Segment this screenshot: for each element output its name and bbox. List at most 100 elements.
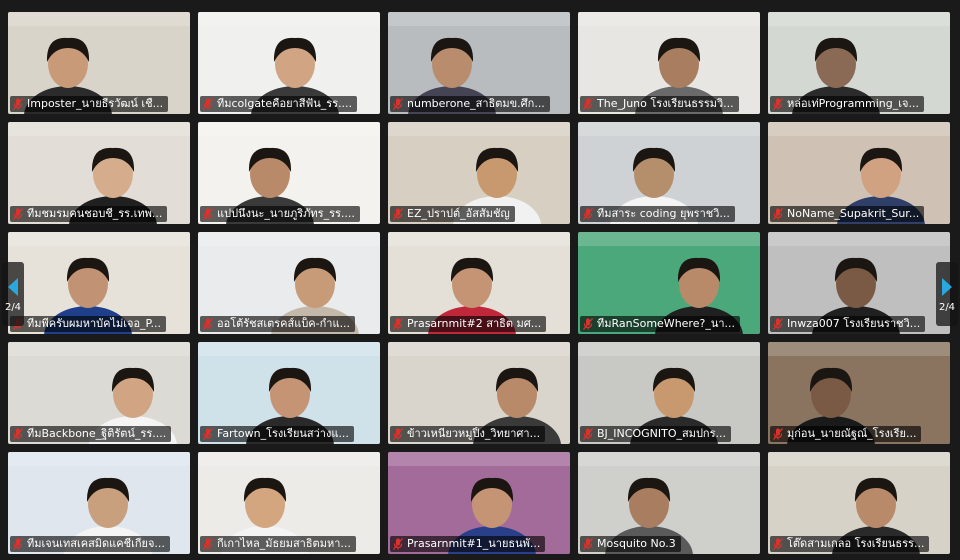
muted-microphone-icon bbox=[773, 318, 783, 330]
participant-video-tile[interactable]: Inwza007 โรงเรียนราชวิ... bbox=[768, 232, 950, 334]
participant-nameplate: กีเกาไหล_มัธยมสาธิตมหา... bbox=[200, 536, 356, 552]
participant-nameplate: ทีมRanSomeWhere?_นา... bbox=[580, 316, 740, 332]
page-indicator-left: 2/4 bbox=[4, 301, 22, 313]
participant-video-tile[interactable]: EZ_ปราปต์_อัสสัมชัญ bbox=[388, 122, 570, 224]
muted-microphone-icon bbox=[773, 98, 783, 110]
muted-microphone-icon bbox=[393, 428, 403, 440]
participant-video-tile[interactable]: ทีมพี่ครับผมหาบัคไม่เจอ_P... bbox=[8, 232, 190, 334]
muted-microphone-icon bbox=[773, 428, 783, 440]
participant-video-tile[interactable]: ทีมเจนเทสเคสมิดแคชี่เกียจ... bbox=[8, 452, 190, 554]
muted-microphone-icon bbox=[203, 538, 213, 550]
participant-nameplate: ออโต้รัชสเตรคส์แบ็ค-กำแ... bbox=[200, 316, 356, 332]
participant-video-tile[interactable]: ข้าวเหนียวหมูปิ้ง_วิทยาศา... bbox=[388, 342, 570, 444]
muted-microphone-icon bbox=[583, 98, 593, 110]
participant-nameplate: ทีมเจนเทสเคสมิดแคชี่เกียจ... bbox=[10, 536, 170, 552]
participant-video-tile[interactable]: มุก่อน_นายณัฐณ์_โรงเรีย... bbox=[768, 342, 950, 444]
participant-video-tile[interactable]: ทีมสาระ coding ยุพราชวิ... bbox=[578, 122, 760, 224]
muted-microphone-icon bbox=[203, 98, 213, 110]
participant-video-tile[interactable]: หล่อเท่Programming_เจ... bbox=[768, 12, 950, 114]
participant-nameplate: Prasarnmit#1_นายธนพั... bbox=[390, 536, 546, 552]
participant-nameplate: มุก่อน_นายณัฐณ์_โรงเรีย... bbox=[770, 426, 922, 442]
participant-video-tile[interactable]: ทีมRanSomeWhere?_นา... bbox=[578, 232, 760, 334]
participant-name: ทีมพี่ครับผมหาบัคไม่เจอ_P... bbox=[27, 317, 161, 330]
participant-nameplate: Mosquito No.3 bbox=[580, 536, 681, 552]
participant-nameplate: NoName_Supakrit_Sur... bbox=[770, 206, 925, 222]
participant-video-tile[interactable]: BJ_INCOGNITO_สมปกร... bbox=[578, 342, 760, 444]
participant-video-tile[interactable]: Prasarnmit#2 สาธิต มศ... bbox=[388, 232, 570, 334]
participant-nameplate: ข้าวเหนียวหมูปิ้ง_วิทยาศา... bbox=[390, 426, 546, 442]
participant-name: NoName_Supakrit_Sur... bbox=[787, 207, 920, 220]
participant-nameplate: Imposter_นายธีรวัฒน์ เชื่... bbox=[10, 96, 169, 112]
participant-name: Fartown_โรงเรียนสว่างแ... bbox=[217, 427, 349, 440]
participant-nameplate: ทีมcolgateคือยาสีฟัน_รร.... bbox=[200, 96, 358, 112]
participant-name: ทีมชมรมคนชอบชี_รร.เทพ... bbox=[27, 207, 163, 220]
participant-name: ทีมเจนเทสเคสมิดแคชี่เกียจ... bbox=[27, 537, 165, 550]
muted-microphone-icon bbox=[13, 538, 23, 550]
participant-name: Inwza007 โรงเรียนราชวิ... bbox=[787, 317, 921, 330]
muted-microphone-icon bbox=[393, 538, 403, 550]
participant-name: Mosquito No.3 bbox=[597, 537, 676, 550]
muted-microphone-icon bbox=[203, 428, 213, 440]
participant-nameplate: ทีมพี่ครับผมหาบัคไม่เจอ_P... bbox=[10, 316, 166, 332]
participant-nameplate: ทีมสาระ coding ยุพราชวิ... bbox=[580, 206, 735, 222]
participant-name: กีเกาไหล_มัธยมสาธิตมหา... bbox=[217, 537, 351, 550]
participant-nameplate: แปปนึงนะ_นายภูริภัทร_รร.... bbox=[200, 206, 360, 222]
chevron-right-icon bbox=[942, 277, 952, 296]
muted-microphone-icon bbox=[203, 208, 213, 220]
participant-nameplate: BJ_INCOGNITO_สมปกร... bbox=[580, 426, 731, 442]
participant-nameplate: โต๊ดสามเกลอ โรงเรียนธรร... bbox=[770, 536, 930, 552]
participant-video-tile[interactable]: numberone_สาธิตมข.ศึก... bbox=[388, 12, 570, 114]
muted-microphone-icon bbox=[583, 538, 593, 550]
participant-nameplate: Inwza007 โรงเรียนราชวิ... bbox=[770, 316, 926, 332]
participant-name: แปปนึงนะ_นายภูริภัทร_รร.... bbox=[217, 207, 355, 220]
muted-microphone-icon bbox=[393, 318, 403, 330]
participant-video-tile[interactable]: โต๊ดสามเกลอ โรงเรียนธรร... bbox=[768, 452, 950, 554]
page-indicator-right: 2/4 bbox=[938, 301, 956, 313]
previous-page-button[interactable]: 2/4 bbox=[2, 262, 24, 326]
chevron-left-icon bbox=[8, 277, 18, 296]
participant-video-tile[interactable]: ทีมชมรมคนชอบชี_รร.เทพ... bbox=[8, 122, 190, 224]
participant-video-tile[interactable]: Mosquito No.3 bbox=[578, 452, 760, 554]
participant-nameplate: ทีมชมรมคนชอบชี_รร.เทพ... bbox=[10, 206, 168, 222]
participant-name: หล่อเท่Programming_เจ... bbox=[787, 97, 919, 110]
participant-name: มุก่อน_นายณัฐณ์_โรงเรีย... bbox=[787, 427, 917, 440]
participant-video-tile[interactable]: Fartown_โรงเรียนสว่างแ... bbox=[198, 342, 380, 444]
participant-name: EZ_ปราปต์_อัสสัมชัญ bbox=[407, 207, 510, 220]
muted-microphone-icon bbox=[13, 98, 23, 110]
participant-nameplate: numberone_สาธิตมข.ศึก... bbox=[390, 96, 550, 112]
muted-microphone-icon bbox=[203, 318, 213, 330]
participant-nameplate: Prasarnmit#2 สาธิต มศ... bbox=[390, 316, 547, 332]
participant-nameplate: Fartown_โรงเรียนสว่างแ... bbox=[200, 426, 354, 442]
participant-video-tile[interactable]: ทีมcolgateคือยาสีฟัน_รร.... bbox=[198, 12, 380, 114]
muted-microphone-icon bbox=[583, 428, 593, 440]
participant-name: Prasarnmit#2 สาธิต มศ... bbox=[407, 317, 542, 330]
participant-video-tile[interactable]: Prasarnmit#1_นายธนพั... bbox=[388, 452, 570, 554]
participant-name: ทีมสาระ coding ยุพราชวิ... bbox=[597, 207, 730, 220]
participant-name: ทีมcolgateคือยาสีฟัน_รร.... bbox=[217, 97, 353, 110]
participant-name: ออโต้รัชสเตรคส์แบ็ค-กำแ... bbox=[217, 317, 351, 330]
participant-name: ทีมRanSomeWhere?_นา... bbox=[597, 317, 735, 330]
participant-video-tile[interactable]: ทีมBackbone_ฐิติรัตน์_รร.... bbox=[8, 342, 190, 444]
muted-microphone-icon bbox=[13, 428, 23, 440]
participant-nameplate: EZ_ปราปต์_อัสสัมชัญ bbox=[390, 206, 515, 222]
muted-microphone-icon bbox=[773, 208, 783, 220]
next-page-button[interactable]: 2/4 bbox=[936, 262, 958, 326]
participant-name: The_Juno โรงเรียนธรรมวิ... bbox=[597, 97, 734, 110]
muted-microphone-icon bbox=[583, 208, 593, 220]
muted-microphone-icon bbox=[13, 208, 23, 220]
participant-video-tile[interactable]: แปปนึงนะ_นายภูริภัทร_รร.... bbox=[198, 122, 380, 224]
muted-microphone-icon bbox=[583, 318, 593, 330]
participant-name: ทีมBackbone_ฐิติรัตน์_รร.... bbox=[27, 427, 167, 440]
muted-microphone-icon bbox=[393, 98, 403, 110]
participant-video-tile[interactable]: กีเกาไหล_มัธยมสาธิตมหา... bbox=[198, 452, 380, 554]
participant-nameplate: หล่อเท่Programming_เจ... bbox=[770, 96, 924, 112]
muted-microphone-icon bbox=[393, 208, 403, 220]
participant-name: numberone_สาธิตมข.ศึก... bbox=[407, 97, 545, 110]
muted-microphone-icon bbox=[773, 538, 783, 550]
participant-name: Imposter_นายธีรวัฒน์ เชื่... bbox=[27, 97, 164, 110]
participant-video-tile[interactable]: NoName_Supakrit_Sur... bbox=[768, 122, 950, 224]
participant-video-tile[interactable]: ออโต้รัชสเตรคส์แบ็ค-กำแ... bbox=[198, 232, 380, 334]
participant-video-tile[interactable]: The_Juno โรงเรียนธรรมวิ... bbox=[578, 12, 760, 114]
participant-video-tile[interactable]: Imposter_นายธีรวัฒน์ เชื่... bbox=[8, 12, 190, 114]
participant-name: Prasarnmit#1_นายธนพั... bbox=[407, 537, 541, 550]
